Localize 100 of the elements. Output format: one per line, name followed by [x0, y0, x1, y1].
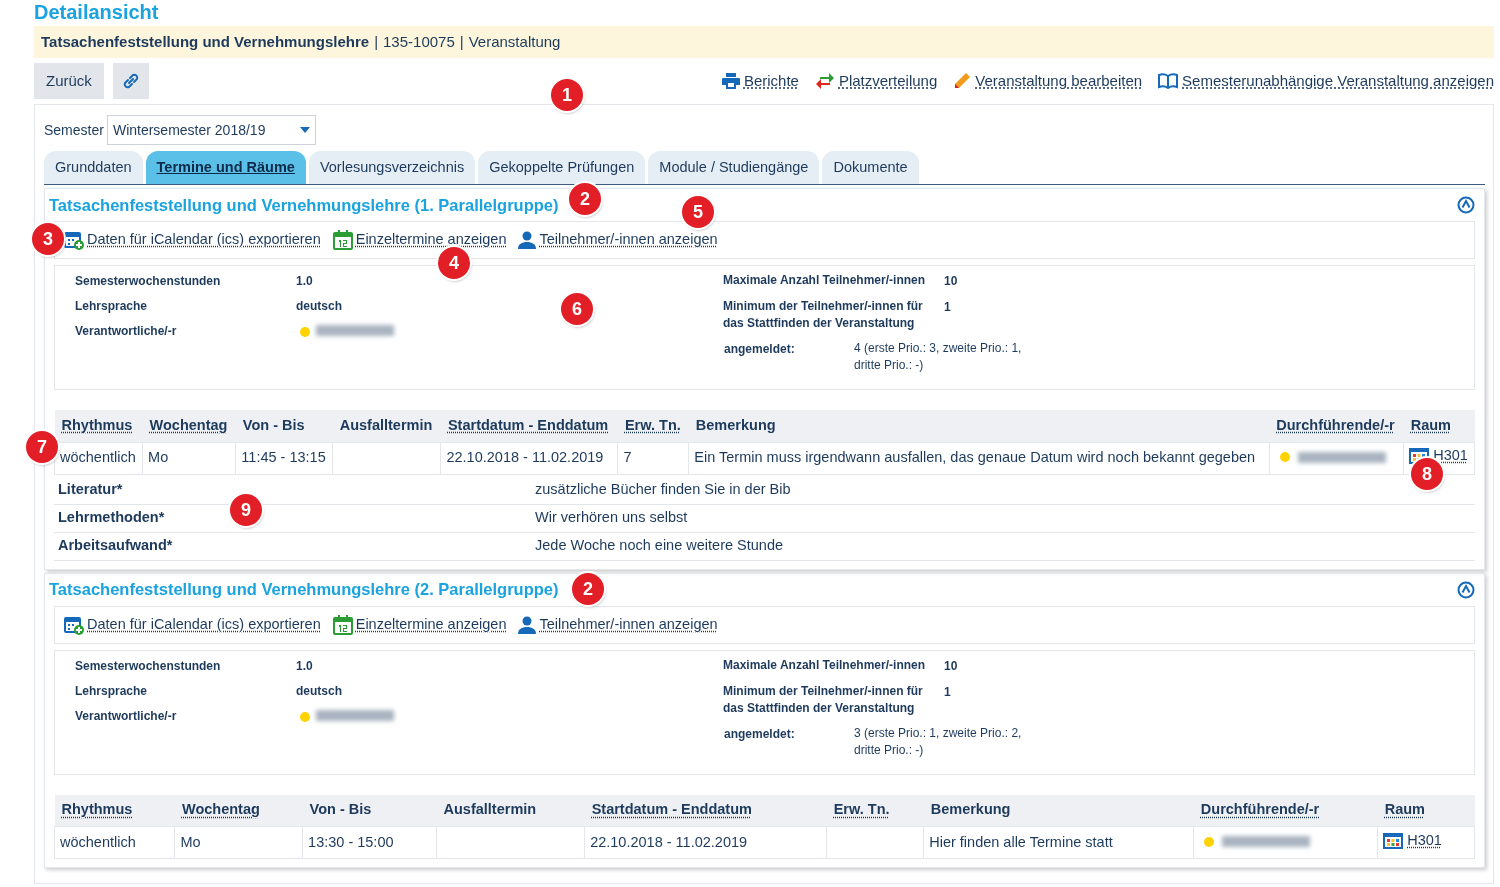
separator: |: [459, 31, 464, 52]
info-label: Semesterwochenstunden: [75, 273, 222, 290]
section-link[interactable]: Daten für iCalendar (ics) exportieren: [87, 613, 321, 636]
info-label: angemeldet:: [723, 341, 796, 358]
column-header[interactable]: Wochentag: [142, 410, 236, 442]
course-type: Veranstaltung: [468, 31, 561, 52]
calendar-plus-icon: [64, 614, 84, 635]
field-value: Jede Woche noch eine weitere Stunde: [535, 536, 783, 556]
semester-dropdown[interactable]: Wintersemester 2018/19: [106, 115, 316, 145]
tab[interactable]: Module / Studiengänge: [648, 151, 820, 184]
info-label: Maximale Anzahl Teilnehmer/-innen: [723, 656, 927, 674]
info-value: 1.0: [296, 657, 313, 675]
column-header[interactable]: Erw. Tn.: [826, 794, 924, 827]
info-value: deutsch: [296, 298, 342, 315]
table-cell: Hier finden alle Termine statt: [923, 826, 1194, 859]
column-header[interactable]: Wochentag: [175, 794, 303, 827]
table-cell: wöchentlich: [54, 442, 143, 474]
callout-badge: 1: [551, 79, 583, 111]
callout-badge: 4: [438, 247, 470, 279]
swap-arrows-icon: [814, 72, 835, 90]
callout-badge: 5: [682, 196, 714, 228]
info-value: 1: [944, 683, 951, 701]
action-link[interactable]: Semesterunabhängige Veranstaltung anzeigen: [1182, 69, 1494, 93]
column-header[interactable]: Durchführende/-r: [1193, 794, 1378, 827]
table-cell: 22.10.2018 - 11.02.2019: [584, 826, 827, 859]
book-icon: [1158, 73, 1179, 89]
tab[interactable]: Termine und Räume: [145, 151, 306, 184]
info-label: Verantwortliche/-r: [75, 707, 178, 725]
field-label: Arbeitsaufwand*: [58, 537, 173, 554]
info-label: Maximale Anzahl Teilnehmer/-innen: [723, 272, 927, 289]
callout-badge: 6: [561, 293, 593, 325]
field-label: Literatur*: [58, 481, 123, 498]
semester-label: Semester: [44, 120, 104, 140]
tab[interactable]: Vorlesungsverzeichnis: [308, 151, 476, 184]
info-value: 4 (erste Prio.: 3, zweite Prio.: 1, dritte Prio.: -): [854, 340, 1023, 374]
page-title: Detailansicht: [34, 0, 160, 25]
column-header[interactable]: Startdatum - Enddatum: [440, 410, 618, 442]
tab[interactable]: Gekoppelte Prüfungen: [478, 151, 646, 184]
column-header[interactable]: Raum: [1377, 794, 1475, 827]
action-link[interactable]: Veranstaltung bearbeiten: [975, 69, 1143, 93]
section-link[interactable]: Teilnehmer/-innen anzeigen: [539, 613, 718, 636]
table-cell: 13:30 - 15:00: [302, 826, 437, 859]
printer-icon: [721, 73, 740, 89]
table-cell: wöchentlich: [54, 826, 175, 859]
section-link[interactable]: Einzeltermine anzeigen: [355, 613, 507, 636]
callout-badge: 7: [26, 431, 58, 463]
person-icon: [518, 231, 537, 249]
table-cell: Mo: [142, 442, 236, 474]
info-label: angemeldet:: [723, 725, 796, 743]
table-cell: 11:45 - 13:15: [235, 442, 333, 474]
column-header: Bemerkung: [688, 410, 1270, 442]
tab[interactable]: Dokumente: [822, 151, 919, 184]
column-header[interactable]: Rhythmus: [54, 794, 175, 827]
collapse-toggle-icon[interactable]: [1457, 196, 1475, 214]
action-link[interactable]: Platzverteilung: [838, 69, 938, 93]
person-icon: [518, 615, 537, 634]
caret-icon: [299, 127, 310, 133]
room-plan-icon: [1383, 832, 1404, 849]
calendar-day-icon: [332, 230, 353, 250]
back-button[interactable]: Zurück: [34, 63, 104, 99]
field-value: Wir verhören uns selbst: [535, 508, 688, 528]
pencil-icon: [953, 72, 972, 90]
table-cell: Mo: [175, 826, 303, 859]
callout-badge: 3: [32, 223, 64, 255]
field-value: zusätzliche Bücher finden Sie in der Bib: [535, 480, 791, 500]
column-header: Bemerkung: [923, 794, 1194, 827]
column-header[interactable]: Durchführende/-r: [1269, 410, 1404, 442]
column-header: Von - Bis: [302, 794, 437, 827]
callout-badge: 2: [569, 183, 601, 215]
callout-badge: 2: [572, 573, 604, 605]
action-link[interactable]: Berichte: [743, 69, 799, 93]
tab[interactable]: Grunddaten: [44, 151, 143, 184]
column-header: Von - Bis: [235, 410, 333, 442]
column-header[interactable]: Raum: [1403, 410, 1475, 442]
table-cell: Ein Termin muss irgendwann ausfallen, das genaue Datum wird noch bekannt gegeben: [688, 442, 1270, 474]
field-label: Lehrmethoden*: [58, 509, 165, 526]
table-cell: 22.10.2018 - 11.02.2019: [440, 442, 618, 474]
info-label: Lehrsprache: [75, 682, 149, 700]
info-value: 1: [944, 299, 951, 316]
course-number: 135-10075: [383, 31, 455, 52]
info-value: 10: [944, 657, 958, 675]
info-label: Lehrsprache: [75, 298, 149, 315]
column-header[interactable]: Erw. Tn.: [617, 410, 689, 442]
calendar-plus-icon: [64, 230, 84, 250]
calendar-day-icon: [332, 614, 353, 635]
info-value: 3 (erste Prio.: 1, zweite Prio.: 2, dritte Prio.: -): [854, 724, 1023, 759]
section-link[interactable]: Teilnehmer/-innen anzeigen: [539, 229, 718, 251]
section-link[interactable]: Daten für iCalendar (ics) exportieren: [87, 229, 321, 251]
collapse-toggle-icon[interactable]: [1457, 580, 1475, 599]
column-header[interactable]: Startdatum - Enddatum: [584, 794, 827, 827]
link-button[interactable]: [112, 63, 149, 99]
info-label: Semesterwochenstunden: [75, 657, 222, 675]
info-label: Minimum der Teilnehmer/-innen für das Stattfinden der Veranstaltung: [723, 298, 924, 332]
info-label: Verantwortliche/-r: [75, 323, 178, 340]
course-title: Tatsachenfeststellung und Vernehmungslehre: [41, 31, 370, 52]
info-label: Minimum der Teilnehmer/-innen für das Stattfinden der Veranstaltung: [723, 682, 924, 717]
column-header: Ausfalltermin: [436, 794, 585, 827]
info-value: 1.0: [296, 273, 313, 290]
table-cell: 7: [617, 442, 689, 474]
separator: |: [374, 31, 379, 52]
